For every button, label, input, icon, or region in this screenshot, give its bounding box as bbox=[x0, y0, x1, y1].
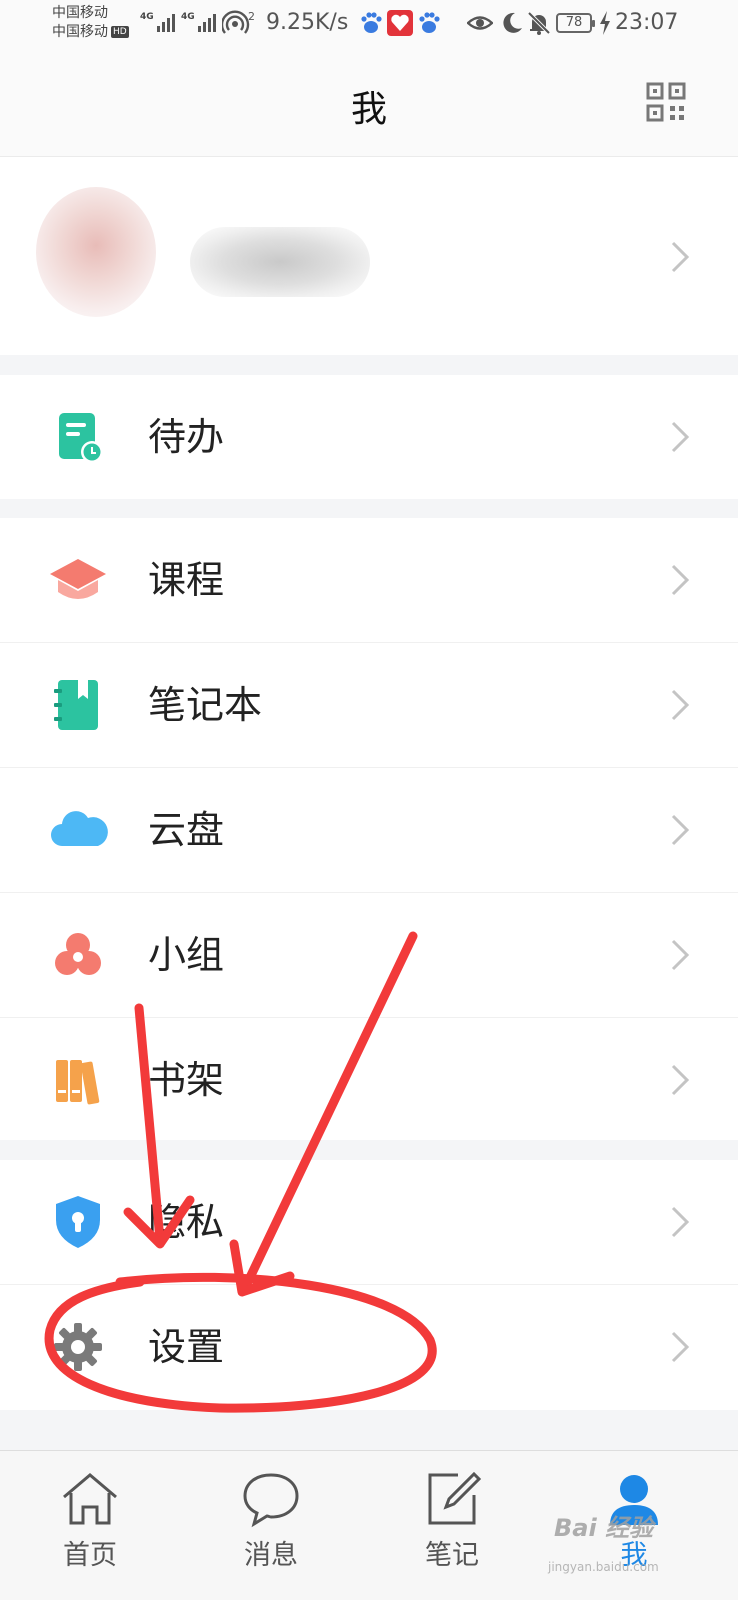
page-title: 我 bbox=[350, 89, 387, 130]
chevron-right-icon bbox=[671, 689, 690, 721]
menu-label-notebook: 笔记本 bbox=[148, 683, 263, 727]
moon-icon bbox=[503, 12, 522, 33]
home-icon bbox=[63, 1473, 117, 1525]
qr-code-icon[interactable] bbox=[646, 82, 686, 122]
net-speed: 9.25K/s bbox=[266, 10, 349, 35]
menu-item-notebook[interactable]: 笔记本 bbox=[0, 643, 738, 768]
menu-label-group: 小组 bbox=[148, 933, 225, 977]
carrier-1: 中国移动 bbox=[52, 5, 108, 21]
chevron-right-icon bbox=[671, 939, 690, 971]
menu-label-bookshelf: 书架 bbox=[148, 1058, 225, 1102]
tab-label-notes: 笔记 bbox=[425, 1540, 479, 1571]
menu-item-cloud[interactable]: 云盘 bbox=[0, 768, 738, 893]
chevron-right-icon bbox=[671, 1064, 690, 1096]
watermark-brand: Bai 经验 bbox=[554, 1514, 654, 1542]
menu-label-privacy: 隐私 bbox=[148, 1200, 225, 1244]
chat-bubble-icon bbox=[243, 1473, 299, 1528]
shield-icon bbox=[56, 1196, 100, 1248]
menu-label-cloud: 云盘 bbox=[148, 808, 225, 852]
bell-off-icon bbox=[527, 11, 551, 35]
profile-card[interactable] bbox=[0, 157, 738, 355]
tab-notes[interactable]: 笔记 bbox=[392, 1451, 512, 1600]
account-section: 隐私 设置 bbox=[0, 1160, 738, 1410]
user-name-blurred bbox=[190, 227, 370, 297]
tab-messages[interactable]: 消息 bbox=[211, 1451, 331, 1600]
menu-item-group[interactable]: 小组 bbox=[0, 893, 738, 1018]
chevron-right-icon bbox=[671, 1206, 690, 1238]
charging-icon bbox=[600, 11, 610, 35]
todo-icon bbox=[59, 413, 103, 463]
avatar bbox=[36, 187, 156, 317]
gear-icon bbox=[54, 1323, 102, 1371]
menu-label-todo: 待办 bbox=[148, 415, 225, 459]
carrier-2: 中国移动 bbox=[52, 24, 108, 40]
menu-label-courses: 课程 bbox=[148, 558, 225, 602]
menu-item-bookshelf[interactable]: 书架 bbox=[0, 1018, 738, 1140]
wifi-superscript: 2 bbox=[248, 10, 255, 23]
tab-label-home: 首页 bbox=[63, 1540, 117, 1571]
cloud-icon bbox=[51, 811, 108, 846]
network-tag-2: 4G bbox=[181, 12, 195, 22]
clock: 23:07 bbox=[615, 10, 679, 35]
edit-note-icon bbox=[428, 1471, 482, 1525]
signal-icon-2: 4G bbox=[181, 12, 216, 32]
wifi-hotspot-icon: 2 bbox=[222, 10, 255, 34]
eye-icon bbox=[467, 16, 493, 30]
watermark-site: jingyan.baidu.com bbox=[548, 1560, 659, 1574]
chevron-right-icon bbox=[671, 421, 690, 453]
network-tag-1: 4G bbox=[140, 12, 154, 22]
page-header: 我 bbox=[0, 50, 738, 157]
baidu-paw-icon bbox=[361, 12, 382, 33]
menu-item-privacy[interactable]: 隐私 bbox=[0, 1160, 738, 1285]
group-icon bbox=[55, 933, 101, 975]
baidu-paw-icon bbox=[419, 12, 440, 33]
signal-icon-1: 4G bbox=[140, 12, 175, 32]
notebook-icon bbox=[54, 680, 98, 730]
menu-item-settings[interactable]: 设置 bbox=[0, 1285, 738, 1410]
bookshelf-icon bbox=[56, 1060, 100, 1105]
main-menu-section: 课程 笔记本 云盘 小组 书架 bbox=[0, 518, 738, 1140]
graduation-cap-icon bbox=[50, 559, 106, 599]
chevron-right-icon bbox=[671, 1331, 690, 1363]
chevron-right-icon bbox=[671, 564, 690, 596]
hd-badge: HD bbox=[111, 26, 129, 38]
menu-item-todo[interactable]: 待办 bbox=[0, 375, 738, 499]
tab-label-messages: 消息 bbox=[244, 1540, 298, 1571]
app-red-icon bbox=[387, 10, 413, 36]
todo-section: 待办 bbox=[0, 375, 738, 499]
battery-indicator: 78 bbox=[556, 13, 595, 33]
chevron-right-icon bbox=[671, 814, 690, 846]
chevron-right-icon bbox=[671, 241, 690, 273]
tab-home[interactable]: 首页 bbox=[30, 1451, 150, 1600]
status-bar: 中国移动 中国移动 HD 4G 4G 2 9.25K/s 78 23:07 bbox=[0, 0, 738, 50]
menu-label-settings: 设置 bbox=[148, 1325, 225, 1369]
carrier-info: 中国移动 中国移动 HD bbox=[52, 4, 129, 42]
menu-item-courses[interactable]: 课程 bbox=[0, 518, 738, 643]
